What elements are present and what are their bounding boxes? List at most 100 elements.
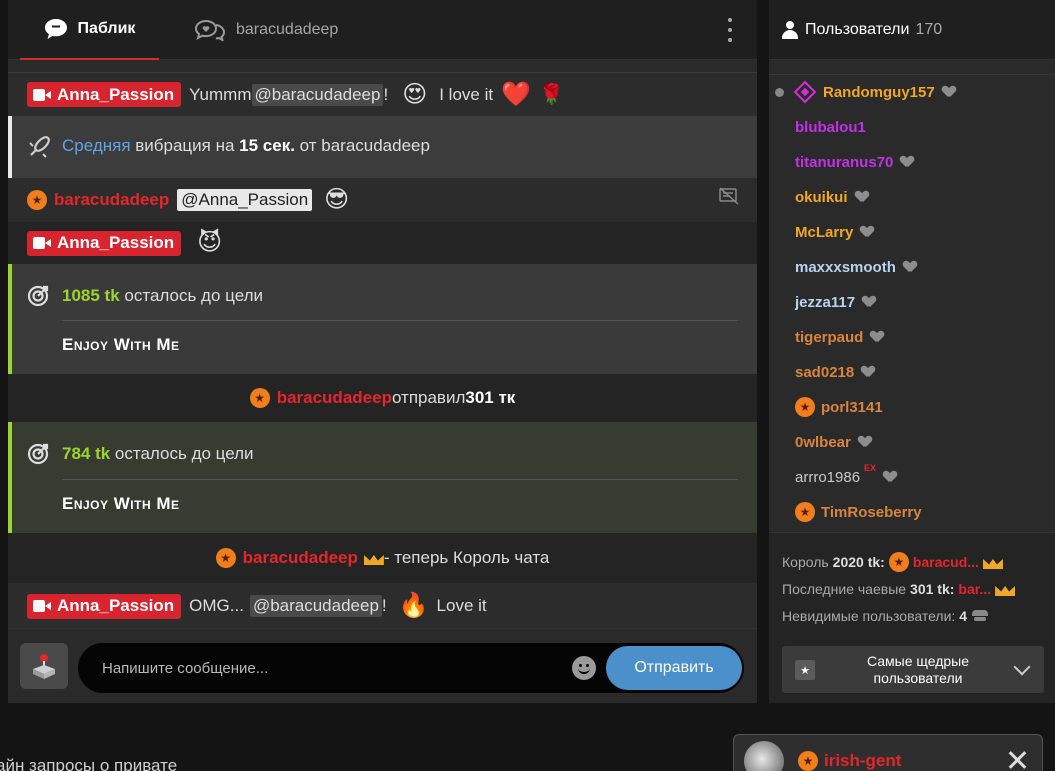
users-count: 170 [915, 20, 943, 38]
user-badge[interactable]: Anna_Passion [27, 593, 182, 619]
joystick-button[interactable] [20, 643, 68, 689]
username[interactable]: baracudadeep [277, 388, 392, 408]
heart-icon[interactable] [901, 156, 913, 168]
user-icon [781, 20, 799, 39]
user-item[interactable]: tigerpaud [795, 325, 883, 349]
message-composer: Отправить [8, 628, 757, 703]
crown-icon [364, 551, 384, 565]
camera-icon [33, 600, 51, 612]
users-panel: Пользователи 170 Randomguy157 blubalou1 … [769, 0, 1055, 703]
last-tip-stat: Последние чаевые 301 tk: bar... [782, 581, 1015, 597]
rose-emoji: 🌹 [538, 83, 564, 106]
users-list: Randomguy157 blubalou1 titanuranus70 oku… [769, 74, 1055, 532]
user-item[interactable]: arrro1986 EX [795, 463, 896, 489]
user-item[interactable]: McLarry [795, 220, 873, 244]
message-text: ! [381, 596, 387, 615]
last-tip-user[interactable]: bar... [958, 581, 991, 597]
user-item[interactable]: ★ TimRoseberry [795, 500, 922, 524]
avatar[interactable] [744, 741, 784, 771]
star-badge-icon: ★ [888, 552, 909, 572]
message-text: Yummm [189, 84, 252, 104]
goal-remaining: 1085 tk осталось до цели [62, 286, 263, 305]
send-button[interactable]: Отправить [606, 646, 742, 690]
crown-icon [983, 555, 1003, 569]
user-item[interactable]: okuikui [795, 185, 868, 209]
chat-tabs: Паблик baracudadeep [8, 0, 757, 60]
user-item[interactable]: blubalou1 [795, 115, 866, 139]
user-item[interactable]: 0wlbear [795, 430, 871, 454]
chat-panel: Паблик baracudadeep Anna_Passion Yummm @b… [8, 0, 757, 703]
mention[interactable]: @baracudadeep [251, 83, 384, 106]
heart-icon[interactable] [862, 366, 874, 378]
heart-icon[interactable] [863, 296, 875, 308]
vibration-text: Средняя вибрация на 15 сек. от baracudad… [62, 136, 430, 155]
spy-icon [971, 610, 989, 622]
heart-icon[interactable] [943, 86, 955, 98]
generous-users-dropdown[interactable]: ★ Самые щедрые пользователи [782, 646, 1044, 693]
camera-icon [33, 88, 51, 101]
emoji-picker-icon[interactable] [572, 656, 596, 680]
tip-message: ★ baracudadeep отправил 301 тк [8, 374, 757, 422]
user-item[interactable]: Randomguy157 [793, 80, 955, 104]
tab-public-label: Паблик [77, 20, 136, 37]
users-header: Пользователи 170 [769, 0, 1055, 60]
tab-public[interactable]: Паблик [20, 0, 159, 60]
crown-icon [995, 582, 1015, 596]
mention[interactable]: @baracudadeep [249, 595, 382, 617]
heart-icon[interactable] [884, 471, 896, 483]
heart-emoji: ❤️ [501, 80, 531, 108]
heart-icon[interactable] [861, 226, 873, 238]
ex-tag: EX [864, 463, 877, 473]
user-item[interactable]: sad0218 [795, 360, 874, 384]
user-toast: ★ irish-gent [733, 734, 1043, 771]
user-badge[interactable]: Anna_Passion [27, 230, 182, 256]
star-badge-icon: ★ [249, 388, 270, 408]
vibration-notice: Средняя вибрация на 15 сек. от baracudad… [8, 116, 757, 178]
chat-message: ★ baracudadeep @Anna_Passion 😎 [8, 178, 757, 222]
target-icon [27, 285, 49, 307]
user-item[interactable]: maxxxsmooth [795, 255, 916, 279]
heart-icon[interactable] [859, 436, 871, 448]
user-badge[interactable]: Anna_Passion [27, 82, 182, 107]
king-user[interactable]: baracud... [913, 554, 979, 570]
message-text: I love it [439, 84, 494, 104]
chat-message: Anna_Passion OMG... @baracudadeep! 🔥 Lov… [8, 583, 757, 628]
target-icon [27, 443, 49, 465]
heart-icon[interactable] [904, 261, 916, 273]
heart-icon[interactable] [856, 191, 868, 203]
message-text: OMG... [189, 596, 244, 615]
chevron-down-icon [1013, 658, 1031, 676]
mention[interactable]: @Anna_Passion [177, 189, 313, 211]
chat-messages: Anna_Passion Yummm @baracudadeep! 😍 I lov… [8, 72, 757, 628]
star-badge-icon: ★ [795, 397, 815, 417]
diamond-icon [793, 80, 817, 104]
vibration-icon [29, 136, 50, 158]
star-badge-icon: ★ [215, 548, 236, 568]
close-icon[interactable] [1006, 749, 1028, 771]
more-options-icon[interactable] [727, 18, 733, 42]
message-input[interactable] [102, 643, 572, 693]
message-input-wrapper: Отправить [78, 643, 744, 693]
star-badge-icon: ★ [27, 190, 47, 210]
sunglasses-emoji: 😎 [324, 186, 350, 213]
trophy-icon: ★ [795, 660, 815, 680]
invisible-stat: Невидимые пользователи: 4 [782, 608, 989, 624]
star-badge-icon: ★ [798, 751, 818, 771]
user-item[interactable]: titanuranus70 [795, 150, 913, 174]
star-badge-icon: ★ [795, 502, 815, 522]
username[interactable]: baracudadeep [54, 190, 169, 210]
goal-title: Enjoy With Me [62, 494, 180, 513]
tab-private[interactable]: baracudadeep [194, 0, 338, 60]
user-item[interactable]: ★ porl3141 [795, 395, 883, 419]
stats-panel: Король 2020 tk: ★ baracud... Последние ч… [769, 532, 1055, 703]
translate-icon[interactable] [719, 187, 739, 205]
username[interactable]: baracudadeep [243, 548, 358, 568]
user-item[interactable]: jezza117 [795, 290, 875, 314]
heart-icon[interactable] [871, 331, 883, 343]
chat-message: Anna_Passion 😈 [8, 222, 757, 264]
toast-user[interactable]: ★ irish-gent [798, 751, 901, 771]
camera-icon [33, 237, 51, 249]
heart-eyes-emoji: 😍 [402, 80, 428, 108]
users-title: Пользователи [805, 20, 910, 38]
tab-private-label: baracudadeep [236, 21, 339, 38]
